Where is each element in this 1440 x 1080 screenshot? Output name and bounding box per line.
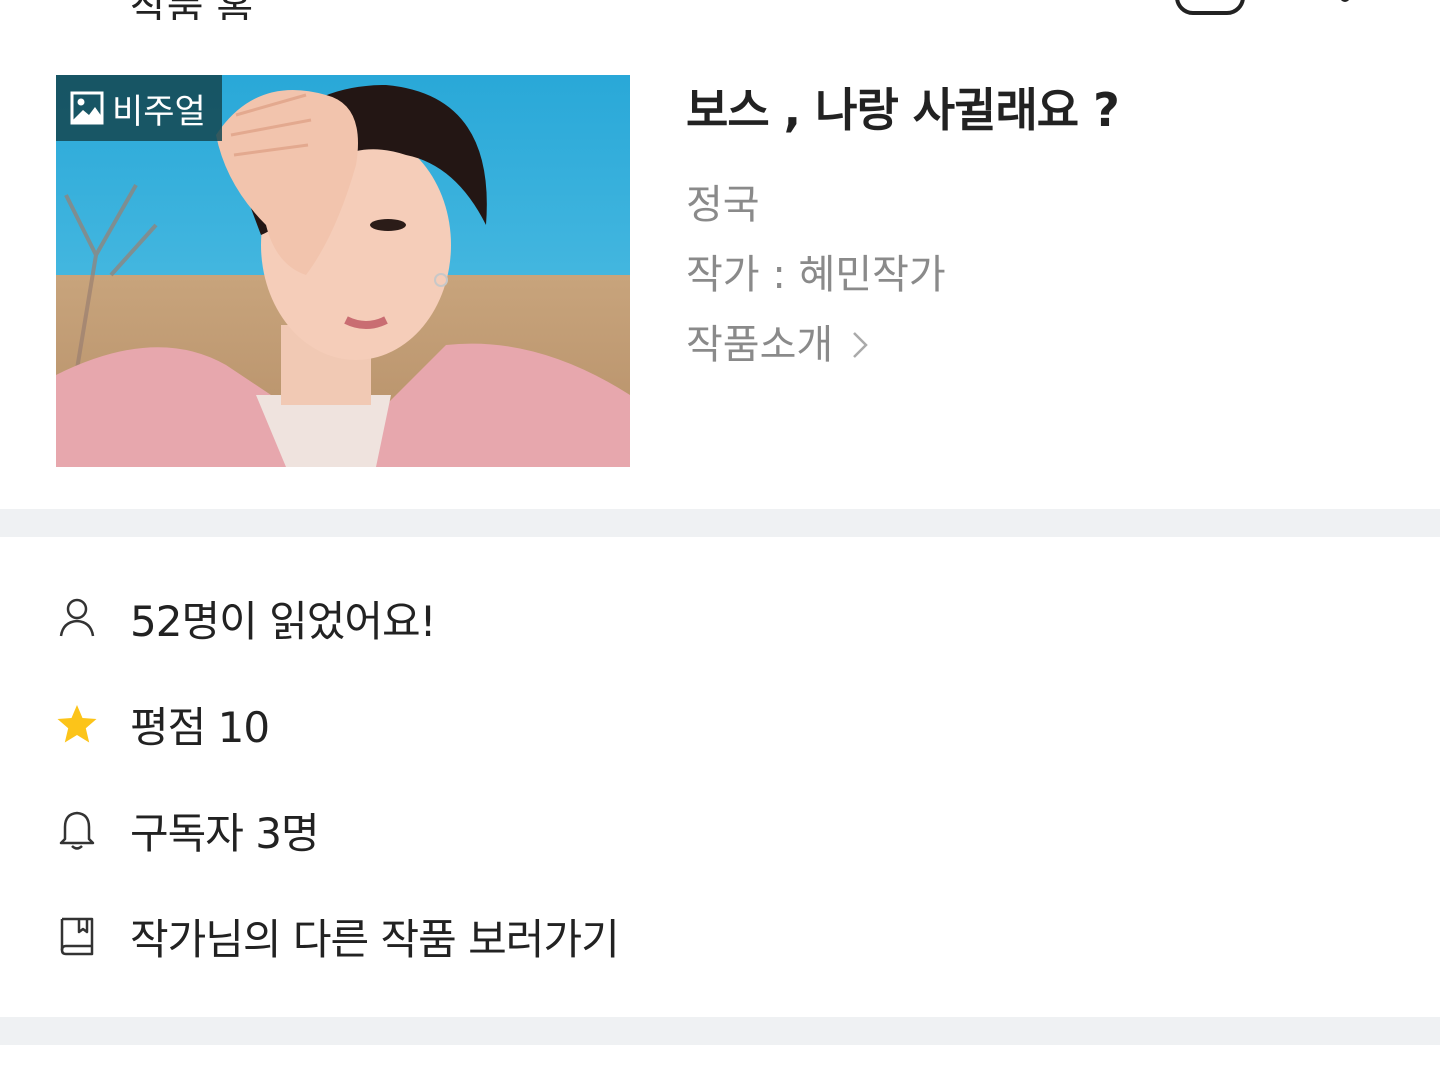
cover-image[interactable]: 비주얼 xyxy=(56,75,630,467)
work-title: 보스 , 나랑 사귈래요 ? xyxy=(686,83,1120,137)
rating-value: 평점 10 xyxy=(130,702,270,752)
section-divider xyxy=(0,509,1440,537)
readers-row: 52명이 읽었어요! xyxy=(56,588,436,648)
app-bar-title: 작품 홈 xyxy=(130,0,253,20)
work-info: 보스 , 나랑 사귈래요 ? 정국 작가 : 혜민작가 작품소개 xyxy=(686,80,1386,370)
notification-bell-icon[interactable] xyxy=(1175,0,1245,15)
rating-row: 평점 10 xyxy=(56,694,270,754)
visual-badge[interactable]: 비주얼 xyxy=(56,75,222,141)
work-intro-link[interactable]: 작품소개 xyxy=(686,320,869,370)
book-icon xyxy=(56,915,98,957)
top-app-bar: 작품 홈 xyxy=(0,0,1440,20)
person-icon xyxy=(56,597,98,639)
other-works-link[interactable]: 작가님의 다른 작품 보러가기 xyxy=(130,906,620,967)
readers-count: 52명이 읽었어요! xyxy=(130,596,436,646)
bell-icon xyxy=(56,809,98,851)
visual-badge-label: 비주얼 xyxy=(112,91,206,132)
work-author[interactable]: 작가 : 혜민작가 xyxy=(686,250,1386,300)
subscribers-count: 구독자 3명 xyxy=(130,808,320,858)
section-divider-bottom xyxy=(0,1017,1440,1045)
chevron-right-icon xyxy=(853,332,868,358)
image-icon xyxy=(70,91,104,125)
subscribers-row: 구독자 3명 xyxy=(56,800,320,860)
star-icon xyxy=(56,703,98,745)
other-works-row[interactable]: 작가님의 다른 작품 보러가기 xyxy=(56,906,620,967)
work-genre: 정국 xyxy=(686,182,760,228)
more-menu-icon[interactable] xyxy=(1340,0,1350,2)
work-intro-label: 작품소개 xyxy=(686,322,834,368)
